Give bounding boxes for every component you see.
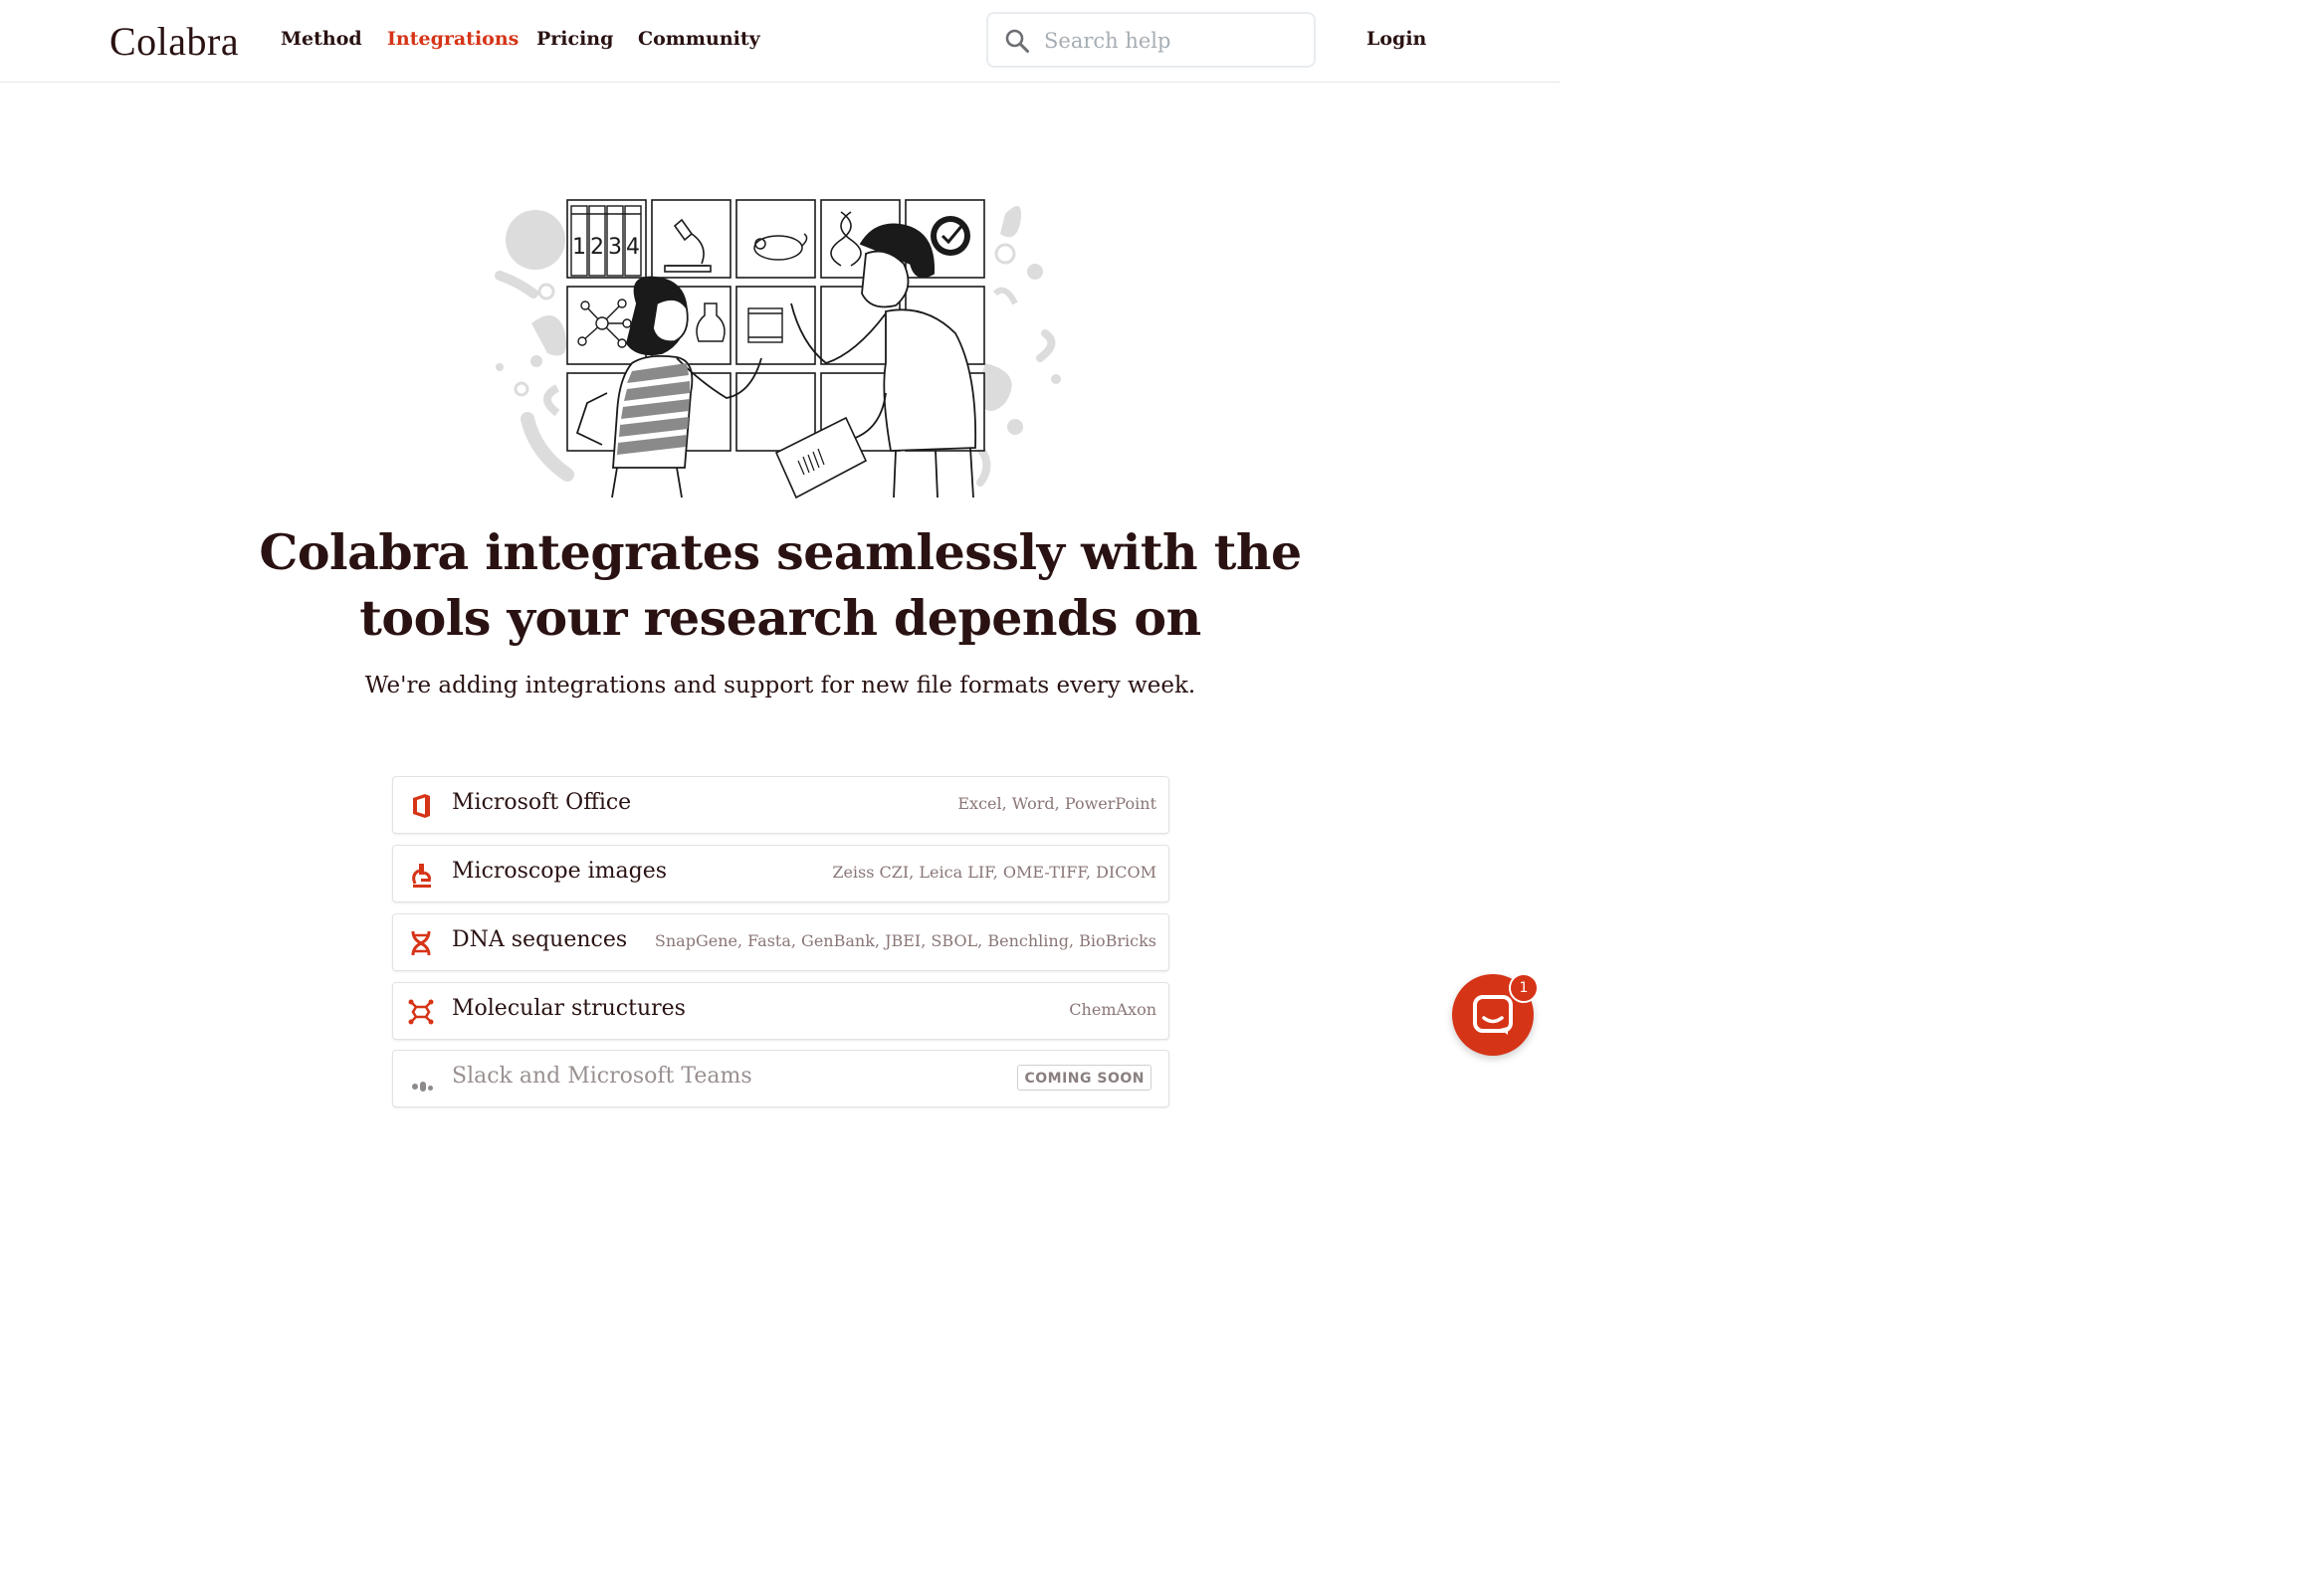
- nav-link-method[interactable]: Method: [281, 28, 362, 50]
- chat-apps-icon: [412, 1082, 433, 1092]
- nav-link-community[interactable]: Community: [638, 28, 760, 50]
- colabra-logo[interactable]: Colabra: [109, 18, 239, 65]
- coming-soon-badge: COMING SOON: [1017, 1065, 1151, 1091]
- integration-row-microsoft-office[interactable]: Microsoft Office Excel, Word, PowerPoint: [392, 776, 1169, 834]
- search-input[interactable]: [1042, 24, 1305, 58]
- two-researchers-high-five-illustration: 1234: [495, 199, 1061, 499]
- integration-label: Microsoft Office: [452, 790, 632, 815]
- integration-row-dna-sequences[interactable]: DNA sequences SnapGene, Fasta, GenBank, …: [392, 913, 1169, 971]
- integration-row-slack-teams[interactable]: Slack and Microsoft Teams COMING SOON: [392, 1050, 1169, 1107]
- integration-formats: Zeiss CZI, Leica LIF, OME-TIFF, DICOM: [832, 863, 1156, 882]
- nav-link-integrations[interactable]: Integrations: [387, 28, 519, 50]
- search-icon: [1005, 29, 1029, 53]
- integration-label: Molecular structures: [452, 996, 686, 1021]
- dna-icon: [411, 930, 431, 956]
- integration-row-microscope-images[interactable]: Microscope images Zeiss CZI, Leica LIF, …: [392, 845, 1169, 902]
- page-subtitle: We're adding integrations and support fo…: [364, 673, 1196, 698]
- nav-link-pricing[interactable]: Pricing: [536, 28, 613, 50]
- integration-formats: ChemAxon: [1069, 1000, 1156, 1019]
- integration-formats: SnapGene, Fasta, GenBank, JBEI, SBOL, Be…: [654, 931, 1156, 950]
- integration-label: DNA sequences: [452, 927, 628, 952]
- notification-badge: 1: [1509, 973, 1539, 1003]
- microsoft-office-icon: [413, 794, 430, 818]
- molecule-icon: [408, 999, 434, 1025]
- integration-formats: Excel, Word, PowerPoint: [957, 794, 1156, 813]
- svg-text:2: 2: [590, 235, 604, 260]
- chat-icon: [1473, 995, 1513, 1035]
- integration-row-molecular-structures[interactable]: Molecular structures ChemAxon: [392, 982, 1169, 1040]
- integration-label: Slack and Microsoft Teams: [452, 1064, 752, 1089]
- top-navigation: Colabra Method Integrations Pricing Comm…: [0, 0, 1561, 83]
- login-link[interactable]: Login: [1366, 28, 1426, 50]
- microscope-icon: [412, 864, 431, 888]
- svg-text:1: 1: [572, 235, 586, 260]
- page-headline: Colabra integrates seamlessly with the t…: [259, 523, 1302, 647]
- svg-text:4: 4: [626, 235, 640, 260]
- integration-label: Microscope images: [452, 859, 668, 884]
- svg-text:3: 3: [608, 235, 622, 260]
- search-box[interactable]: [986, 12, 1316, 68]
